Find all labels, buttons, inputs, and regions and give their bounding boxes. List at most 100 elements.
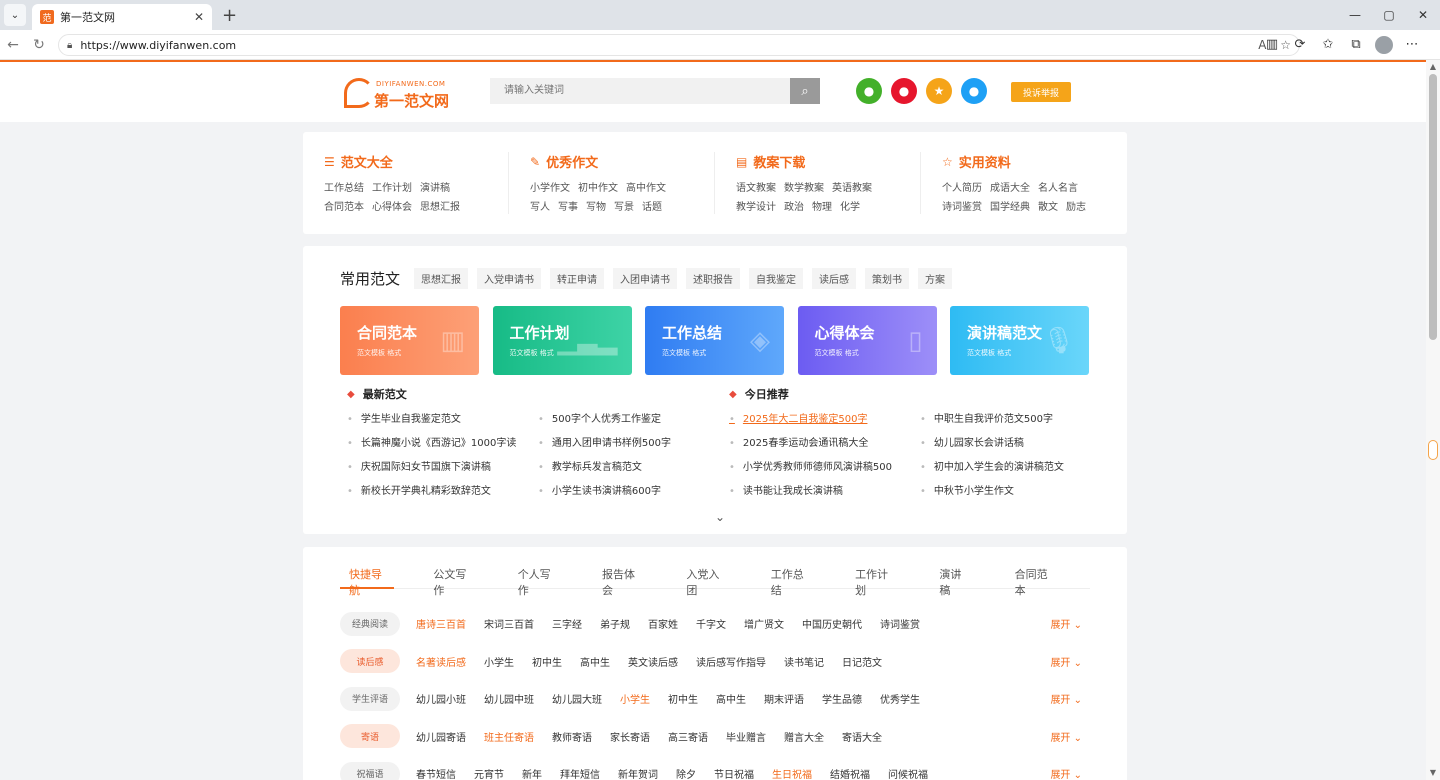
refresh-icon[interactable]: ↻ <box>26 37 52 53</box>
nav-link[interactable]: 读书笔记 <box>784 654 824 669</box>
nav-link[interactable]: 家长寄语 <box>610 729 650 744</box>
category-link[interactable]: 工作计划 <box>372 183 412 194</box>
category-heading[interactable]: ▤ 教案下载 <box>736 152 920 172</box>
row-label[interactable]: 寄语 <box>340 724 400 749</box>
favorites-icon[interactable]: ✩ <box>1314 35 1342 55</box>
list-item[interactable]: 读书能让我成长演讲稿 <box>729 480 920 504</box>
nav-link[interactable]: 幼儿园大班 <box>552 691 602 706</box>
category-link[interactable]: 写物 <box>586 202 606 213</box>
nav-link[interactable]: 元宵节 <box>474 766 504 780</box>
category-link[interactable]: 物理 <box>812 202 832 213</box>
tile-work-summary[interactable]: 工作总结 范文模板 格式 ◈ <box>645 306 784 375</box>
category-link[interactable]: 国学经典 <box>990 202 1030 213</box>
category-link[interactable]: 高中作文 <box>626 183 666 194</box>
extension-icon[interactable]: ▥ <box>1258 35 1286 55</box>
list-item[interactable]: 初中加入学生会的演讲稿范文 <box>920 456 1111 480</box>
tab-list-icon[interactable]: ⌄ <box>4 4 26 26</box>
category-link[interactable]: 小学作文 <box>530 183 570 194</box>
category-link[interactable]: 语文教案 <box>736 183 776 194</box>
category-link[interactable]: 写景 <box>614 202 634 213</box>
nav-link[interactable]: 毕业赠言 <box>726 729 766 744</box>
tab-close-icon[interactable]: ✕ <box>194 10 204 24</box>
nav-link[interactable]: 幼儿园寄语 <box>416 729 466 744</box>
category-link[interactable]: 写人 <box>530 202 550 213</box>
tab-speech[interactable]: 演讲稿 <box>930 563 975 597</box>
tab-personal-writing[interactable]: 个人写作 <box>509 563 563 597</box>
nav-link[interactable]: 名著读后感 <box>416 654 466 669</box>
scroll-down-icon[interactable]: ▼ <box>1426 766 1440 780</box>
list-item[interactable]: 小学生读书演讲稿600字 <box>538 480 729 504</box>
list-item[interactable]: 新校长开学典礼精彩致辞范文 <box>347 480 538 504</box>
url-field[interactable]: 🔒︎ https://www.diyifanwen.com A ☆ <box>58 34 1300 56</box>
maximize-button[interactable]: ▢ <box>1372 0 1406 30</box>
nav-link[interactable]: 生日祝福 <box>772 766 812 780</box>
search-input[interactable] <box>490 78 790 104</box>
nav-link[interactable]: 小学生 <box>484 654 514 669</box>
tile-speech[interactable]: 演讲稿范文 范文模板 格式 🎙︎ <box>950 306 1089 375</box>
star-favorite-icon[interactable]: ★ <box>926 78 952 104</box>
page-scrollbar[interactable]: ▲ ▼ <box>1426 60 1440 780</box>
nav-link[interactable]: 学生品德 <box>822 691 862 706</box>
expand-button[interactable]: 展开 ⌄ <box>1050 729 1082 744</box>
tag-link[interactable]: 思想汇报 <box>414 268 469 289</box>
list-item[interactable]: 2025年大二自我鉴定500字 <box>729 408 920 432</box>
nav-link[interactable]: 除夕 <box>676 766 696 780</box>
tab-contract[interactable]: 合同范本 <box>1006 563 1060 597</box>
category-heading[interactable]: ✎ 优秀作文 <box>530 152 714 172</box>
browser-tab[interactable]: 范 第一范文网 ✕ <box>32 4 212 30</box>
row-label[interactable]: 祝福语 <box>340 761 400 780</box>
nav-link[interactable]: 结婚祝福 <box>830 766 870 780</box>
tag-link[interactable]: 策划书 <box>865 268 910 289</box>
category-link[interactable]: 个人简历 <box>942 183 982 194</box>
site-logo[interactable]: DIYIFANWEN.COM 第一范文网 <box>344 70 454 110</box>
category-link[interactable]: 思想汇报 <box>420 202 460 213</box>
category-link[interactable]: 诗词鉴赏 <box>942 202 982 213</box>
nav-link[interactable]: 诗词鉴赏 <box>880 616 920 631</box>
nav-link[interactable]: 中国历史朝代 <box>802 616 862 631</box>
qq-icon[interactable]: ● <box>961 78 987 104</box>
nav-link[interactable]: 幼儿园小班 <box>416 691 466 706</box>
chevron-down-icon[interactable]: ⌄ <box>715 510 725 524</box>
nav-link[interactable]: 高中生 <box>580 654 610 669</box>
nav-link[interactable]: 期末评语 <box>764 691 804 706</box>
nav-link[interactable]: 新年贺词 <box>618 766 658 780</box>
back-icon[interactable]: ← <box>0 37 26 53</box>
tab-reports[interactable]: 报告体会 <box>593 563 647 597</box>
category-link[interactable]: 英语教案 <box>832 183 872 194</box>
tag-link[interactable]: 转正申请 <box>550 268 605 289</box>
nav-link[interactable]: 初中生 <box>532 654 562 669</box>
category-link[interactable]: 政治 <box>784 202 804 213</box>
row-label[interactable]: 读后感 <box>340 649 400 674</box>
tag-link[interactable]: 述职报告 <box>686 268 741 289</box>
list-item[interactable]: 小学优秀教师师德师风演讲稿500 <box>729 456 920 480</box>
list-item[interactable]: 通用入团申请书样例500字 <box>538 432 729 456</box>
sync-icon[interactable]: ⟳ <box>1286 35 1314 55</box>
nav-link[interactable]: 新年 <box>522 766 542 780</box>
tag-link[interactable]: 读后感 <box>812 268 857 289</box>
nav-link[interactable]: 班主任寄语 <box>484 729 534 744</box>
collections-icon[interactable]: ⧉ <box>1342 35 1370 55</box>
nav-link[interactable]: 问候祝福 <box>888 766 928 780</box>
category-heading[interactable]: ☆ 实用资料 <box>942 152 1127 172</box>
list-item[interactable]: 中职生自我评价范文500字 <box>920 408 1111 432</box>
category-link[interactable]: 成语大全 <box>990 183 1030 194</box>
close-window-button[interactable]: ✕ <box>1406 0 1440 30</box>
category-link[interactable]: 散文 <box>1038 202 1058 213</box>
nav-link[interactable]: 读后感写作指导 <box>696 654 766 669</box>
list-item[interactable]: 500字个人优秀工作鉴定 <box>538 408 729 432</box>
category-link[interactable]: 写事 <box>558 202 578 213</box>
nav-link[interactable]: 千字文 <box>696 616 726 631</box>
nav-link[interactable]: 优秀学生 <box>880 691 920 706</box>
expand-button[interactable]: 展开 ⌄ <box>1050 654 1082 669</box>
tag-link[interactable]: 方案 <box>918 268 953 289</box>
row-label[interactable]: 学生评语 <box>340 686 400 711</box>
search-button[interactable]: ⌕ <box>790 78 820 104</box>
list-item[interactable]: 2025春季运动会通讯稿大全 <box>729 432 920 456</box>
scroll-thumb[interactable] <box>1429 74 1437 340</box>
scroll-up-icon[interactable]: ▲ <box>1426 60 1440 74</box>
tag-link[interactable]: 入团申请书 <box>613 268 678 289</box>
nav-link[interactable]: 幼儿园中班 <box>484 691 534 706</box>
nav-link[interactable]: 高中生 <box>716 691 746 706</box>
tab-official-writing[interactable]: 公文写作 <box>424 563 478 597</box>
nav-link[interactable]: 赠言大全 <box>784 729 824 744</box>
